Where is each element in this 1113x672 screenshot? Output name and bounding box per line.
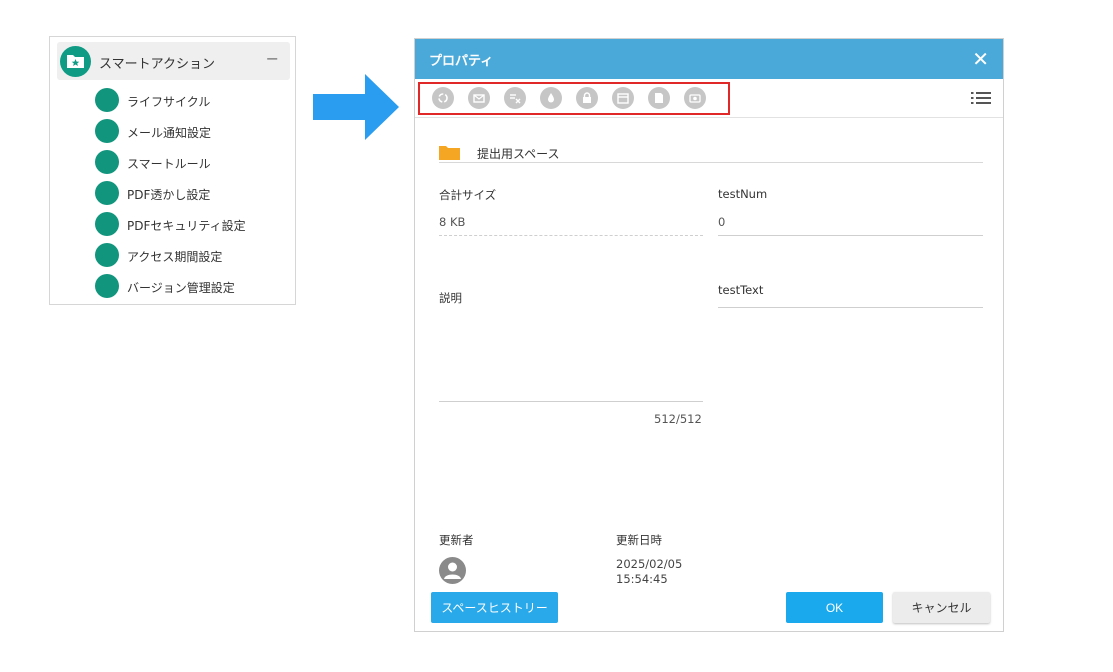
version-control-icon[interactable] [648,87,670,109]
ok-button[interactable]: OK [786,592,883,623]
space-name: 提出用スペース [477,147,560,161]
smart-rule-icon[interactable] [504,87,526,109]
pdf-watermark-icon[interactable] [540,87,562,109]
smart-action-title: スマートアクション [99,57,215,72]
user-icon [444,562,461,579]
action-toolbar [415,79,1003,118]
status-dot-icon [95,150,119,174]
total-size-value: 8 KB [439,215,466,229]
dialog-header: プロパティ ✕ [415,39,1003,79]
dialog-title: プロパティ [429,54,494,69]
updated-at-time: 15:54:45 [616,572,668,586]
camera-icon[interactable] [684,87,706,109]
tree-item-label: PDF透かし設定 [127,188,211,202]
right-arrow-icon [313,74,399,140]
updated-at-label: 更新日時 [616,533,662,547]
status-dot-icon [95,181,119,205]
test-num-label: testNum [718,187,768,201]
test-num-value[interactable]: 0 [718,215,725,229]
updated-at-date: 2025/02/05 [616,557,683,571]
tree-item-pdf-security[interactable]: PDFセキュリティ設定 [95,211,295,237]
tree-item-label: バージョン管理設定 [127,281,235,295]
status-dot-icon [95,274,119,298]
list-menu-icon[interactable] [971,91,991,105]
mail-notify-icon[interactable] [468,87,490,109]
updater-label: 更新者 [439,533,474,547]
property-dialog: プロパティ ✕ 提出用スペース 合計サイズ 8 KB testNum 0 説明 … [414,38,1004,632]
status-dot-icon [95,243,119,267]
status-dot-icon [95,88,119,112]
total-size-label: 合計サイズ [439,188,497,202]
description-label: 説明 [439,291,462,305]
space-name-field[interactable]: 提出用スペース [439,142,983,163]
pdf-security-icon[interactable] [576,87,598,109]
smart-action-panel: スマートアクション − ライフサイクル メール通知設定 スマートルール PDF透… [49,36,296,305]
tree-item-pdf-watermark[interactable]: PDF透かし設定 [95,180,295,206]
collapse-button[interactable]: − [266,49,279,68]
star-folder-icon [60,46,91,77]
close-icon[interactable]: ✕ [972,47,989,71]
avatar [439,557,466,584]
smart-action-header[interactable]: スマートアクション − [57,42,290,80]
test-num-underline [718,235,983,236]
tree-item-access-period[interactable]: アクセス期間設定 [95,242,295,268]
status-dot-icon [95,119,119,143]
status-dot-icon [95,212,119,236]
access-period-icon[interactable] [612,87,634,109]
char-count: 512/512 [654,412,702,426]
tree-item-label: スマートルール [127,157,211,171]
tree-item-label: アクセス期間設定 [127,250,223,264]
tree-item-mail-notify[interactable]: メール通知設定 [95,118,295,144]
tree-item-lifecycle[interactable]: ライフサイクル [95,87,295,113]
tree-item-version-control[interactable]: バージョン管理設定 [95,273,295,299]
space-history-button[interactable]: スペースヒストリー [431,592,558,623]
folder-icon [439,146,460,160]
tree-item-label: メール通知設定 [127,126,212,140]
test-text-label: testText [718,283,764,297]
tree-item-label: ライフサイクル [127,95,211,109]
cancel-button[interactable]: キャンセル [893,592,990,623]
tree-item-smart-rule[interactable]: スマートルール [95,149,295,175]
total-size-underline [439,235,703,236]
test-text-field[interactable] [718,307,983,308]
description-textarea[interactable] [439,401,703,402]
tree-item-label: PDFセキュリティ設定 [127,219,246,233]
lifecycle-icon[interactable] [432,87,454,109]
